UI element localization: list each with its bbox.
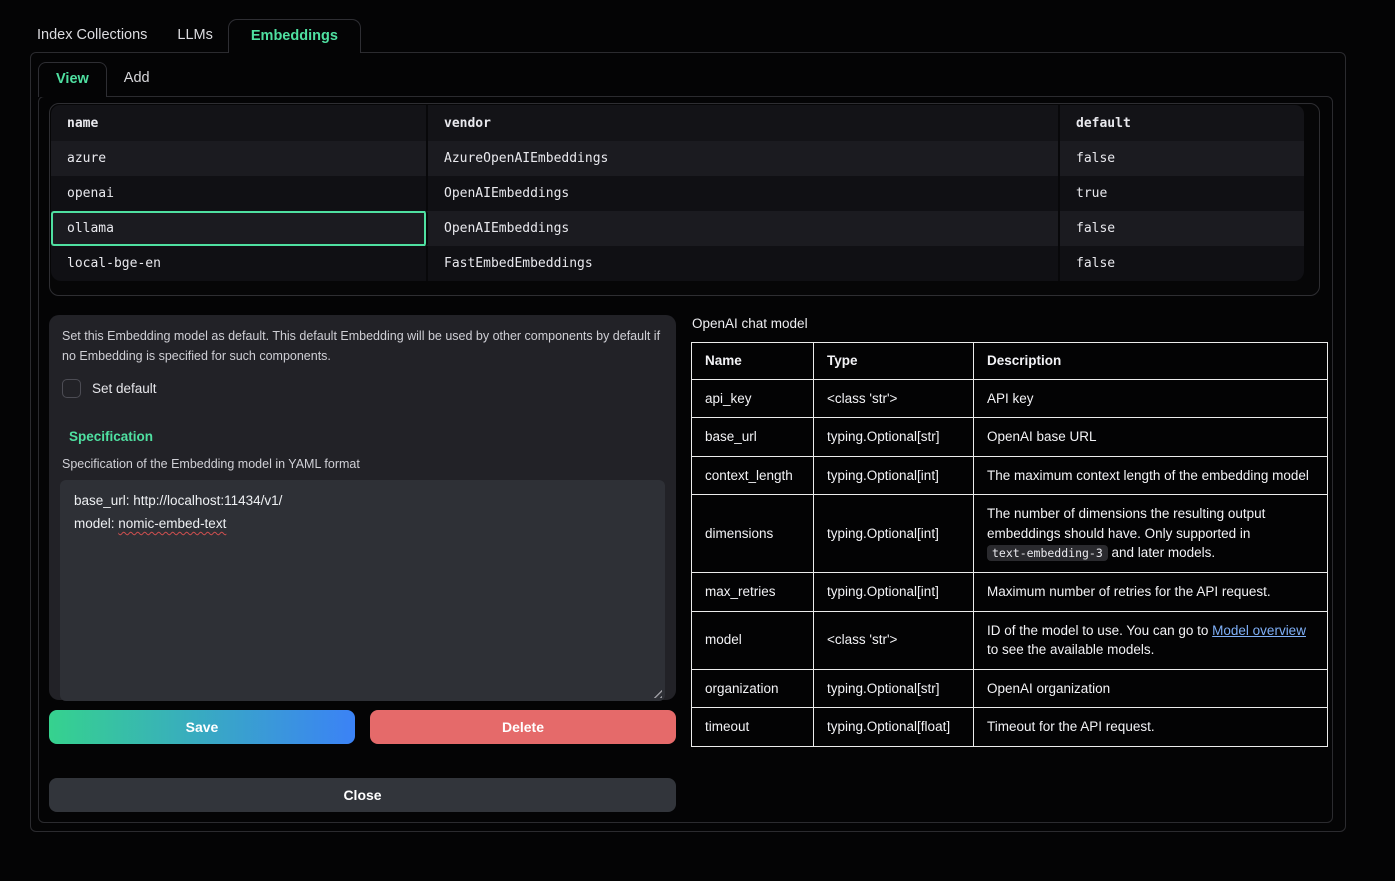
table-row-openai[interactable]: openai OpenAIEmbeddings true	[51, 176, 1304, 211]
doc-table-title: OpenAI chat model	[692, 316, 808, 331]
doc-cell-type: <class 'str'>	[814, 611, 974, 669]
yaml-line2-value-misspelled: nomic-embed-text	[118, 516, 226, 531]
doc-cell-desc: API key	[974, 379, 1328, 418]
desc-text: and later models.	[1108, 545, 1215, 560]
doc-cell-desc: Maximum number of retries for the API re…	[974, 572, 1328, 611]
doc-cell-type: typing.Optional[str]	[814, 418, 974, 457]
doc-row-api-key: api_key <class 'str'> API key	[692, 379, 1328, 418]
doc-cell-type: typing.Optional[str]	[814, 669, 974, 708]
embeddings-table-header: name vendor default	[51, 105, 1304, 141]
doc-cell-name: context_length	[692, 456, 814, 495]
doc-cell-desc: OpenAI base URL	[974, 418, 1328, 457]
column-header-default: default	[1060, 105, 1304, 141]
cell-default[interactable]: true	[1060, 176, 1304, 211]
doc-cell-name: organization	[692, 669, 814, 708]
doc-cell-name: model	[692, 611, 814, 669]
specification-help-text: Specification of the Embedding model in …	[62, 457, 663, 471]
doc-header-row: Name Type Description	[692, 343, 1328, 380]
table-row-azure[interactable]: azure AzureOpenAIEmbeddings false	[51, 141, 1304, 176]
tab-llms[interactable]: LLMs	[162, 19, 227, 53]
cell-name[interactable]: openai	[51, 176, 428, 211]
doc-cell-name: base_url	[692, 418, 814, 457]
close-button[interactable]: Close	[49, 778, 676, 812]
cell-default[interactable]: false	[1060, 246, 1304, 281]
doc-cell-desc: ID of the model to use. You can go to Mo…	[974, 611, 1328, 669]
doc-row-dimensions: dimensions typing.Optional[int] The numb…	[692, 495, 1328, 573]
save-button[interactable]: Save	[49, 710, 355, 744]
sub-tab-bar: View Add	[38, 62, 167, 97]
doc-column-name: Name	[692, 343, 814, 380]
set-default-checkbox[interactable]	[62, 379, 81, 398]
spec-yaml-textarea[interactable]: base_url: http://localhost:11434/v1/mode…	[60, 480, 665, 701]
doc-cell-name: dimensions	[692, 495, 814, 573]
cell-name[interactable]: azure	[51, 141, 428, 176]
embedding-config-panel: Set this Embedding model as default. Thi…	[49, 315, 676, 700]
doc-row-max-retries: max_retries typing.Optional[int] Maximum…	[692, 572, 1328, 611]
cell-vendor[interactable]: OpenAIEmbeddings	[428, 211, 1060, 246]
cell-default[interactable]: false	[1060, 211, 1304, 246]
embeddings-table-card: name vendor default azure AzureOpenAIEmb…	[49, 103, 1320, 296]
model-overview-link[interactable]: Model overview	[1212, 623, 1306, 638]
table-row-local-bge-en[interactable]: local-bge-en FastEmbedEmbeddings false	[51, 246, 1304, 281]
table-row-ollama-selected[interactable]: ollama OpenAIEmbeddings false	[51, 211, 1304, 246]
desc-text: to see the available models.	[987, 642, 1154, 657]
desc-text: The number of dimensions the resulting o…	[987, 506, 1265, 541]
textarea-resize-handle[interactable]	[651, 687, 662, 698]
delete-button[interactable]: Delete	[370, 710, 676, 744]
tab-view[interactable]: View	[38, 62, 107, 97]
cell-default[interactable]: false	[1060, 141, 1304, 176]
cell-name[interactable]: local-bge-en	[51, 246, 428, 281]
top-tab-bar: Index Collections LLMs Embeddings	[22, 19, 361, 53]
doc-column-type: Type	[814, 343, 974, 380]
column-header-name: name	[51, 105, 428, 141]
tab-add[interactable]: Add	[107, 62, 167, 97]
doc-cell-desc: The maximum context length of the embedd…	[974, 456, 1328, 495]
tab-index-collections[interactable]: Index Collections	[22, 19, 162, 53]
doc-cell-name: max_retries	[692, 572, 814, 611]
yaml-line2-key: model:	[74, 516, 118, 531]
doc-cell-type: typing.Optional[int]	[814, 495, 974, 573]
desc-text: ID of the model to use. You can go to	[987, 623, 1212, 638]
embeddings-table: name vendor default azure AzureOpenAIEmb…	[51, 105, 1304, 281]
cell-vendor[interactable]: OpenAIEmbeddings	[428, 176, 1060, 211]
yaml-line1: base_url: http://localhost:11434/v1/	[74, 493, 282, 508]
doc-row-model: model <class 'str'> ID of the model to u…	[692, 611, 1328, 669]
doc-cell-type: typing.Optional[int]	[814, 456, 974, 495]
doc-cell-desc: The number of dimensions the resulting o…	[974, 495, 1328, 573]
cell-name-selected[interactable]: ollama	[51, 211, 428, 246]
doc-cell-name: timeout	[692, 708, 814, 747]
inline-code: text-embedding-3	[987, 545, 1108, 561]
column-header-vendor: vendor	[428, 105, 1060, 141]
doc-row-base-url: base_url typing.Optional[str] OpenAI bas…	[692, 418, 1328, 457]
doc-cell-name: api_key	[692, 379, 814, 418]
set-default-label: Set default	[92, 381, 157, 396]
doc-cell-type: typing.Optional[float]	[814, 708, 974, 747]
doc-table: Name Type Description api_key <class 'st…	[691, 342, 1328, 747]
set-default-row[interactable]: Set default	[62, 379, 663, 398]
default-help-text: Set this Embedding model as default. Thi…	[62, 326, 662, 366]
tab-embeddings[interactable]: Embeddings	[228, 19, 361, 53]
cell-vendor[interactable]: AzureOpenAIEmbeddings	[428, 141, 1060, 176]
doc-cell-type: <class 'str'>	[814, 379, 974, 418]
doc-row-organization: organization typing.Optional[str] OpenAI…	[692, 669, 1328, 708]
embeddings-admin-page: Index Collections LLMs Embeddings View A…	[0, 0, 1395, 881]
doc-row-timeout: timeout typing.Optional[float] Timeout f…	[692, 708, 1328, 747]
doc-cell-desc: OpenAI organization	[974, 669, 1328, 708]
cell-vendor[interactable]: FastEmbedEmbeddings	[428, 246, 1060, 281]
doc-cell-type: typing.Optional[int]	[814, 572, 974, 611]
specification-heading: Specification	[69, 429, 663, 444]
doc-column-description: Description	[974, 343, 1328, 380]
doc-cell-desc: Timeout for the API request.	[974, 708, 1328, 747]
doc-row-context-length: context_length typing.Optional[int] The …	[692, 456, 1328, 495]
